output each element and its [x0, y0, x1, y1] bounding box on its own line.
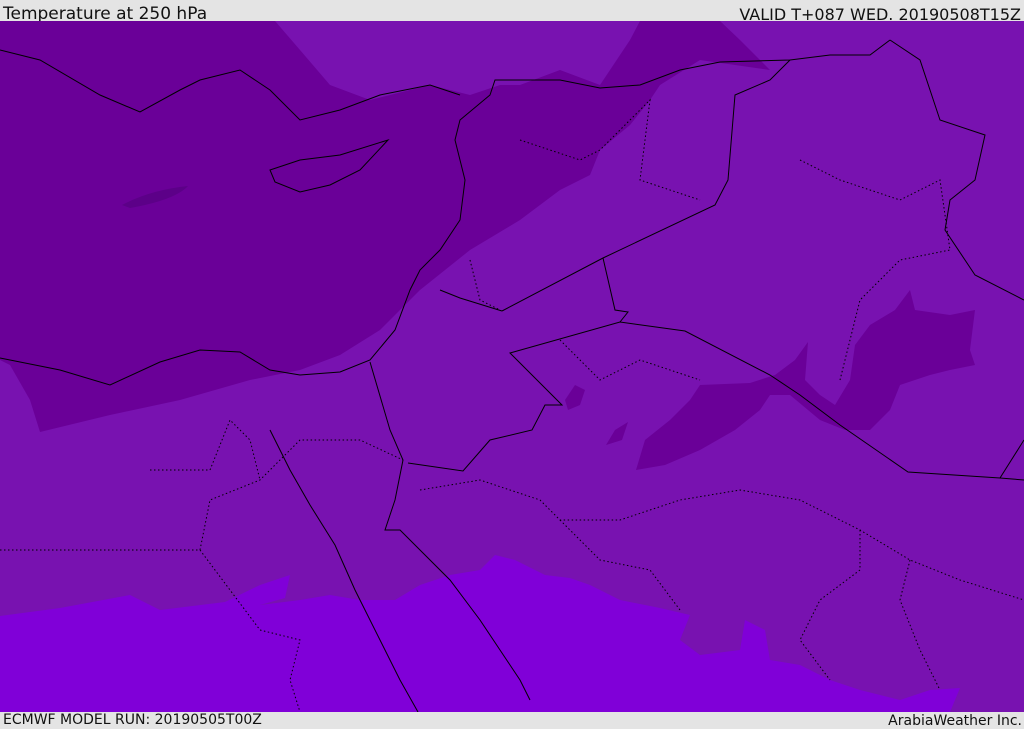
credit: ArabiaWeather Inc. [888, 713, 1022, 729]
footer-bar: ECMWF MODEL RUN: 20190505T00Z ArabiaWeat… [0, 712, 1024, 729]
header-bar: Temperature at 250 hPa VALID T+087 WED. … [0, 0, 1024, 24]
temperature-map [0, 21, 1024, 712]
model-run: ECMWF MODEL RUN: 20190505T00Z [3, 712, 262, 728]
